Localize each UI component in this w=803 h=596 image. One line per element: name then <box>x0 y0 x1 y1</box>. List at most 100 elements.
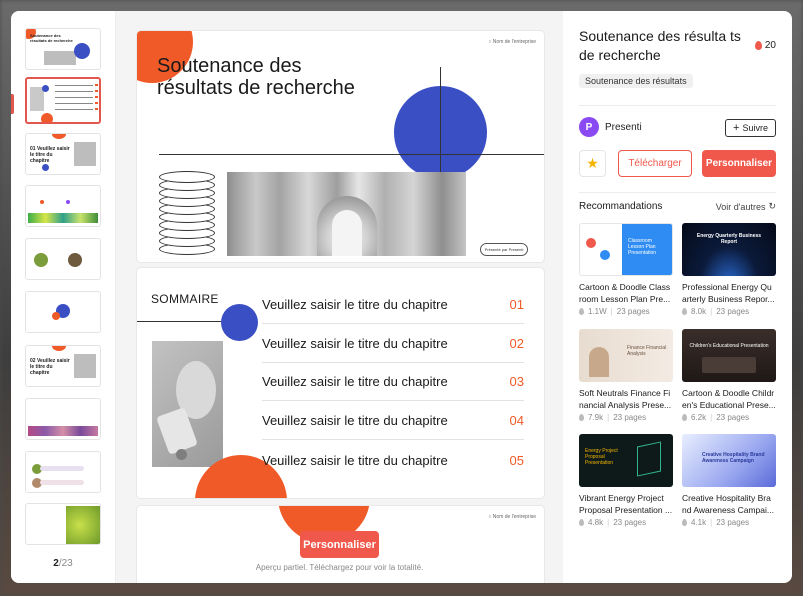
slide-thumbnail-7[interactable]: 02 Veuillez saisir le titre du chapitre <box>25 345 101 387</box>
presenter-label: Présenté par Presenti <box>480 243 528 256</box>
card-title: Cartoon & Doodle Class room Lesson Plan … <box>579 282 671 304</box>
card-title: Cartoon & Doodle Childr en's Educational… <box>682 388 776 410</box>
download-button[interactable]: Télécharger <box>618 150 692 177</box>
likes-counter[interactable]: 20 <box>754 40 776 51</box>
slide-thumbnail-9[interactable] <box>25 451 101 493</box>
sommaire-heading: SOMMAIRE <box>151 292 219 306</box>
card-thumbnail: Children's Educational Presentation <box>682 329 776 382</box>
category-tag[interactable]: Soutenance des résultats <box>579 74 693 88</box>
views-icon <box>579 414 584 421</box>
views-icon <box>682 519 687 526</box>
toc-chapter-number: 01 <box>509 297 524 312</box>
partial-preview-note: Aperçu partiel. Téléchargez pour voir la… <box>255 563 424 572</box>
toc-row: Veuillez saisir le titre du chapitre 04 <box>262 402 524 440</box>
blue-circle-shape <box>221 304 258 341</box>
author-avatar: P <box>579 117 599 137</box>
toc-chapter-title: Veuillez saisir le titre du chapitre <box>262 413 448 428</box>
star-icon: ★ <box>586 155 599 171</box>
card-views: 8.0k <box>691 307 707 316</box>
card-image-text: Classroom Lesson Plan Presentation <box>628 238 657 256</box>
recommendation-card[interactable]: Children's Educational Presentation Cart… <box>682 329 776 422</box>
card-image-text: Finance Financial Analysis <box>627 345 667 357</box>
toc-chapter-number: 02 <box>509 336 524 351</box>
favorite-button[interactable]: ★ <box>579 150 606 177</box>
flame-icon <box>754 41 762 50</box>
recommendations-heading: Recommandations <box>579 201 663 212</box>
template-details-panel: Soutenance des résulta ts de recherche 2… <box>563 11 792 583</box>
recommendation-card[interactable]: Creative Hospitality Brand Awareness Cam… <box>682 434 776 527</box>
active-slide-marker <box>11 94 14 114</box>
ring-stack-graphic <box>159 171 215 257</box>
divider <box>579 192 776 193</box>
slide-thumbnail-8[interactable] <box>25 398 101 440</box>
personalize-button[interactable]: Personnaliser <box>702 150 776 177</box>
toc-chapter-title: Veuillez saisir le titre du chapitre <box>262 336 448 351</box>
views-icon <box>682 414 687 421</box>
thumbnail-title: Soutenance des résultats de recherche <box>30 33 73 43</box>
card-title: Soft Neutrals Finance Fi nancial Analysi… <box>579 388 672 410</box>
card-meta: 1.1W | 23 pages <box>579 307 673 316</box>
slide-thumbnail-10[interactable] <box>25 503 101 545</box>
slide-pager: 2/23 <box>11 558 115 569</box>
recommendation-card[interactable]: Energy Quarterly Business Report Profess… <box>682 223 776 316</box>
abstract-shapes-photo <box>152 341 223 467</box>
card-views: 4.1k <box>691 518 707 527</box>
follow-button[interactable]: + Suivre <box>725 119 776 137</box>
recommendation-card[interactable]: Classroom Lesson Plan Presentation Carto… <box>579 223 673 316</box>
card-image-text: Energy Project Proposal Presentation <box>585 448 618 466</box>
views-icon <box>682 308 687 315</box>
pager-total: /23 <box>58 558 73 569</box>
slide-title-line2: résultats de recherche <box>157 77 355 99</box>
card-image-text: Children's Educational Presentation <box>689 343 769 349</box>
card-pages: 23 pages <box>716 518 750 527</box>
card-title: Professional Energy Qu arterly Business … <box>682 282 775 304</box>
thumbnail-title: 02 Veuillez saisir le titre du chapitre <box>30 358 70 376</box>
views-icon <box>579 308 584 315</box>
preview-slide-cover: Nom de l'entreprise Soutenance des résul… <box>137 31 544 262</box>
toc-row: Veuillez saisir le titre du chapitre 01 <box>262 286 524 324</box>
views-icon <box>579 519 584 526</box>
card-meta: 7.9k | 23 pages <box>579 413 673 422</box>
toc-chapter-title: Veuillez saisir le titre du chapitre <box>262 452 448 468</box>
personalize-overlay-button[interactable]: Personnaliser <box>300 531 379 558</box>
card-meta: 4.1k | 23 pages <box>682 518 776 527</box>
thumbnail-title: 01 Veuillez saisir le titre du chapitre <box>30 146 70 164</box>
author-name: Presenti <box>605 121 642 133</box>
slide-title-line1: Soutenance des <box>157 55 302 77</box>
slide-thumbnail-rail[interactable]: Soutenance des résultats de recherche 01… <box>11 11 116 583</box>
toc-row: Veuillez saisir le titre du chapitre 05 <box>262 441 524 479</box>
recommendation-card[interactable]: Finance Financial Analysis Soft Neutrals… <box>579 329 673 422</box>
card-views: 7.9k <box>588 413 604 422</box>
company-label: Nom de l'entreprise <box>488 39 536 45</box>
see-more-link[interactable]: Voir d'autres ↻ <box>716 201 776 212</box>
toc-chapter-number: 05 <box>509 452 524 468</box>
slide-thumbnail-6[interactable] <box>25 291 101 333</box>
card-pages: 23 pages <box>716 413 750 422</box>
toc-chapter-title: Veuillez saisir le titre du chapitre <box>262 297 448 312</box>
preview-slide-sommaire: SOMMAIRE Veuillez saisir le titre du cha… <box>137 268 544 498</box>
slide-thumbnail-3[interactable]: 01 Veuillez saisir le titre du chapitre <box>25 133 101 175</box>
toc-row: Veuillez saisir le titre du chapitre 02 <box>262 325 524 363</box>
card-meta: 4.8k | 23 pages <box>579 518 673 527</box>
slide-thumbnail-1[interactable]: Soutenance des résultats de recherche <box>25 28 101 70</box>
slide-thumbnail-2[interactable] <box>25 77 101 124</box>
slide-title: Soutenance des résultats de recherche <box>157 55 407 99</box>
author-info[interactable]: P Presenti <box>579 117 642 137</box>
template-preview-modal: Soutenance des résultats de recherche 01… <box>11 11 792 583</box>
card-title: Vibrant Energy Project Proposal Presenta… <box>579 493 673 515</box>
slide-thumbnail-5[interactable] <box>25 238 101 280</box>
toc-chapter-title: Veuillez saisir le titre du chapitre <box>262 374 448 389</box>
likes-count: 20 <box>764 40 776 51</box>
card-pages: 23 pages <box>716 307 750 316</box>
card-meta: 8.0k | 23 pages <box>682 307 776 316</box>
toc-chapter-number: 04 <box>509 413 524 428</box>
recommendation-card[interactable]: Energy Project Proposal Presentation Vib… <box>579 434 673 527</box>
slide-thumbnail-4[interactable] <box>25 185 101 227</box>
card-thumbnail: Classroom Lesson Plan Presentation <box>579 223 673 276</box>
plus-icon: + <box>733 122 740 134</box>
card-thumbnail: Creative Hospitality Brand Awareness Cam… <box>682 434 776 487</box>
toc-row: Veuillez saisir le titre du chapitre 03 <box>262 363 524 401</box>
slide-preview-area[interactable]: Nom de l'entreprise Soutenance des résul… <box>116 11 563 583</box>
template-title: Soutenance des résulta ts de recherche <box>579 28 741 63</box>
see-more-label: Voir d'autres <box>715 201 766 212</box>
